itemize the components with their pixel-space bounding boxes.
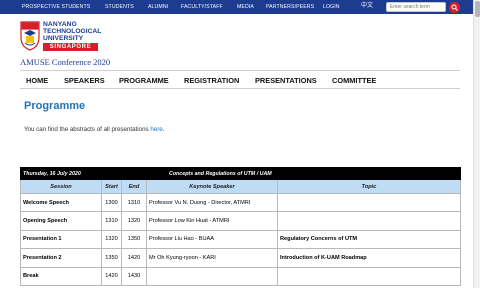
speaker-cell: Professor Low Kin Huat - ATMRI <box>146 211 278 231</box>
start-cell: 1300 <box>101 192 122 213</box>
link-alumni[interactable]: ALUMNI <box>148 3 168 11</box>
col-header-topic: Topic <box>276 179 462 194</box>
table-row: Presentation 2 1350 1420 Mr Oh Kyung-ryo… <box>20 248 462 268</box>
search-icon <box>451 4 458 11</box>
link-students[interactable]: STUDENTS <box>105 3 134 11</box>
nav-presentations[interactable]: PRESENTATIONS <box>255 76 317 85</box>
end-cell: 1350 <box>121 229 147 250</box>
schedule-date: Thursday, 16 July 2020 <box>20 167 147 180</box>
scrollbar-thumb[interactable] <box>475 1 480 17</box>
end-cell: 1420 <box>121 248 147 268</box>
conference-title[interactable]: AMUSE Conference 2020 <box>20 57 110 67</box>
col-header-session: Session <box>20 179 102 194</box>
link-media[interactable]: MEDIA <box>237 3 254 11</box>
topic-cell <box>276 211 462 231</box>
table-row: Break 1420 1430 <box>20 266 462 286</box>
session-cell: Welcome Speech <box>20 192 102 213</box>
speaker-cell: Mr Oh Kyung-ryoon - KARI <box>146 248 278 268</box>
col-header-end: End <box>121 179 147 194</box>
topic-cell <box>276 192 462 213</box>
topic-cell: Introduction of K-UAM Roadmap <box>276 248 462 268</box>
intro-text-body: You can find the abstracts of all presen… <box>24 126 151 133</box>
logo-text-line-2: TECHNOLOGICAL <box>43 28 102 35</box>
col-header-start: Start <box>101 179 122 194</box>
programme-table: Thursday, 16 July 2020 Concepts and Regu… <box>20 167 462 286</box>
university-crest-icon <box>20 21 40 51</box>
nav-speakers[interactable]: SPEAKERS <box>64 76 105 85</box>
nav-committee[interactable]: COMMITTEE <box>332 76 376 85</box>
topic-cell <box>276 266 462 286</box>
logo-text-line-3: UNIVERSITY <box>43 35 84 42</box>
nav-programme[interactable]: PROGRAMME <box>119 76 169 85</box>
nav-registration[interactable]: REGISTRATION <box>184 76 239 85</box>
intro-text-end: . <box>162 126 165 133</box>
speaker-cell: Professor Vu N. Duong - Director, ATMRI <box>146 192 278 213</box>
link-faculty-staff[interactable]: FACULTY/STAFF <box>181 3 223 11</box>
session-cell: Presentation 1 <box>20 229 102 250</box>
session-cell: Opening Speech <box>20 211 102 231</box>
language-switch[interactable]: 中文 <box>361 2 373 11</box>
search-button[interactable] <box>449 2 460 13</box>
table-banner-row: Thursday, 16 July 2020 Concepts and Regu… <box>20 167 462 180</box>
ntu-logo[interactable]: NANYANG TECHNOLOGICAL UNIVERSITY SINGAPO… <box>20 20 140 56</box>
table-row: Presentation 1 1320 1350 Professor Liu H… <box>20 229 462 250</box>
table-row: Welcome Speech 1300 1310 Professor Vu N.… <box>20 192 462 213</box>
link-prospective-students[interactable]: PROSPECTIVE STUDENTS <box>22 3 90 11</box>
end-cell: 1320 <box>121 211 147 231</box>
abstracts-link[interactable]: here <box>150 126 162 133</box>
col-header-keynote-speaker: Keynote Speaker <box>146 179 278 194</box>
end-cell: 1430 <box>121 266 147 286</box>
table-row: Opening Speech 1310 1320 Professor Low K… <box>20 211 462 231</box>
table-header-row: Session Start End Keynote Speaker Topic <box>20 179 462 194</box>
session-cell: Presentation 2 <box>20 248 102 268</box>
search-input[interactable] <box>386 2 446 12</box>
logo-text-line-1: NANYANG <box>43 21 77 28</box>
start-cell: 1350 <box>101 248 122 268</box>
session-cell: Break <box>20 266 102 286</box>
logo-text-singapore: SINGAPORE <box>43 43 98 51</box>
end-cell: 1310 <box>121 192 147 213</box>
start-cell: 1320 <box>101 229 122 250</box>
top-utility-bar: PROSPECTIVE STUDENTS STUDENTS ALUMNI FAC… <box>0 0 473 14</box>
nav-home[interactable]: HOME <box>26 76 48 85</box>
link-partners-peers[interactable]: PARTNERS/PEERS <box>266 3 314 11</box>
speaker-cell: Professor Liu Hao - BUAA <box>146 229 278 250</box>
intro-text: You can find the abstracts of all presen… <box>24 126 164 133</box>
schedule-theme: Concepts and Regulations of UTM / UAM <box>145 167 462 180</box>
speaker-cell <box>146 266 278 286</box>
start-cell: 1310 <box>101 211 122 231</box>
topic-cell: Regulatory Concerns of UTM <box>276 229 462 250</box>
link-login[interactable]: LOGIN <box>323 3 340 11</box>
start-cell: 1420 <box>101 266 122 286</box>
main-nav: HOME SPEAKERS PROGRAMME REGISTRATION PRE… <box>20 70 460 89</box>
page-title: Programme <box>24 100 86 112</box>
page-scrollbar[interactable] <box>473 0 480 288</box>
